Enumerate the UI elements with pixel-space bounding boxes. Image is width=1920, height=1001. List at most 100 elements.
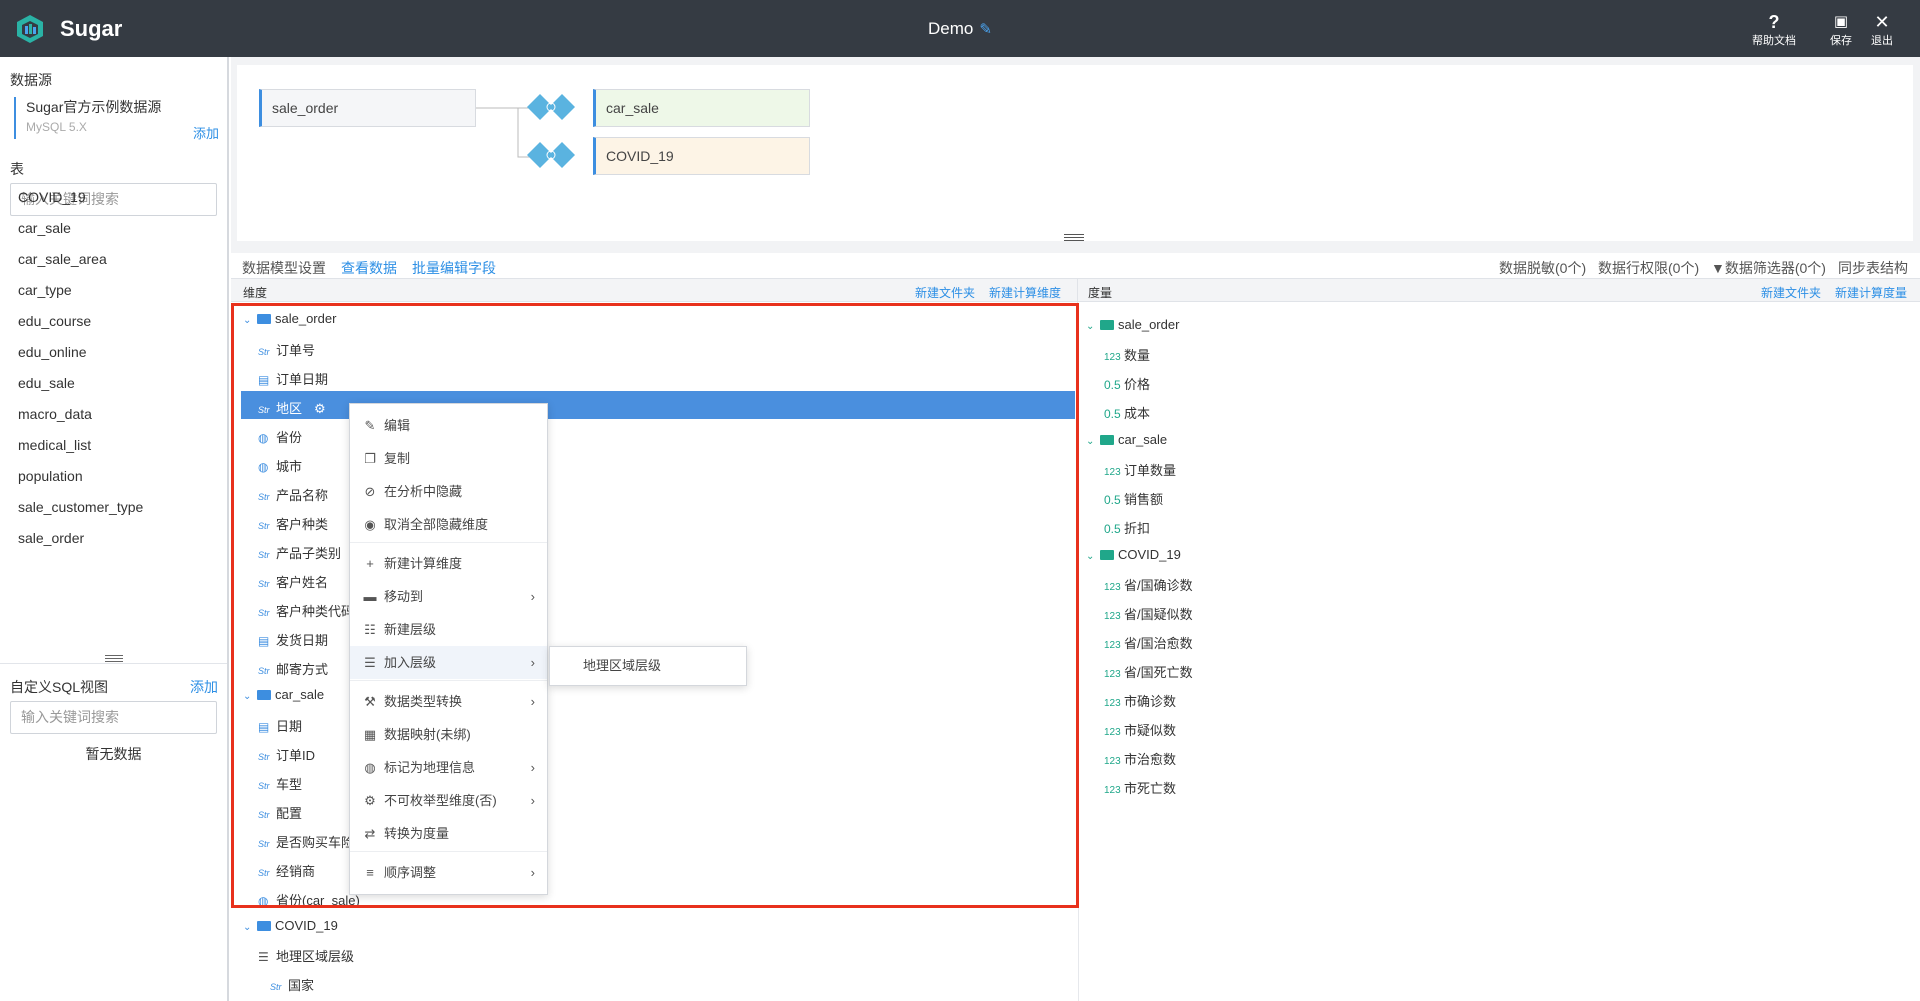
measure-field[interactable]: 0.5 销售额 bbox=[1104, 489, 1163, 508]
chevron-down-icon[interactable]: ⌄ bbox=[1086, 436, 1100, 447]
submenu-item-geo-hierarchy[interactable]: 地理区域层级 bbox=[549, 646, 747, 686]
add-datasource-link[interactable]: 添加 bbox=[193, 123, 219, 142]
table-list-item[interactable]: car_sale bbox=[18, 220, 71, 236]
tab-batch-edit[interactable]: 批量编辑字段 bbox=[412, 258, 496, 278]
add-sql-view-link[interactable]: 添加 bbox=[190, 677, 218, 697]
datasource-item[interactable]: Sugar官方示例数据源 MySQL 5.X bbox=[14, 97, 214, 139]
globe-icon: ◍ bbox=[364, 760, 376, 775]
panel-resize-handle[interactable] bbox=[105, 654, 123, 663]
mea-folder-sale-order[interactable]: ⌄ sale_order bbox=[1086, 317, 1179, 332]
menu-item[interactable]: ⊘ 在分析中隐藏 bbox=[350, 475, 547, 508]
left-panel: 数据源 Sugar官方示例数据源 MySQL 5.X 添加 表 输入关键词搜索 … bbox=[0, 57, 229, 1001]
menu-item[interactable]: ✎ 编辑 bbox=[350, 409, 547, 442]
measure-field[interactable]: 123 省/国确诊数 bbox=[1104, 575, 1193, 594]
sql-search-input[interactable]: 输入关键词搜索 bbox=[10, 701, 217, 734]
menu-item[interactable]: ◍ 标记为地理信息 › bbox=[350, 751, 547, 784]
data-mask-button[interactable]: 数据脱敏(0个) bbox=[1499, 258, 1586, 278]
table-list-item[interactable]: sale_customer_type bbox=[18, 499, 143, 515]
chevron-down-icon[interactable]: ⌄ bbox=[243, 922, 257, 933]
measure-field[interactable]: 123 市死亡数 bbox=[1104, 778, 1176, 797]
menu-item[interactable]: ☰ 加入层级 › bbox=[350, 646, 547, 679]
dim-folder-covid[interactable]: ⌄ COVID_19 bbox=[243, 918, 338, 933]
measure-field[interactable]: 123 市治愈数 bbox=[1104, 749, 1176, 768]
canvas-resize-handle[interactable] bbox=[1064, 233, 1084, 243]
table-list-item[interactable]: sale_order bbox=[18, 530, 84, 546]
menu-item[interactable]: ▦ 数据映射(未绑) bbox=[350, 718, 547, 751]
table-list-item[interactable]: edu_sale bbox=[18, 375, 75, 391]
menu-item-label: 顺序调整 bbox=[384, 865, 437, 880]
table-list-item[interactable]: edu_online bbox=[18, 344, 87, 360]
field-label: 国家 bbox=[288, 978, 315, 993]
list-icon: ☰ bbox=[364, 655, 376, 670]
measure-field[interactable]: 123 省/国死亡数 bbox=[1104, 662, 1193, 681]
menu-item-label: 数据映射(未绑) bbox=[384, 727, 471, 742]
joined-table-node-covid[interactable]: COVID_19 bbox=[593, 137, 810, 175]
column-header-bar: 维度 新建文件夹 新建计算维度 度量 新建文件夹 新建计算度量 bbox=[231, 278, 1920, 303]
measure-field[interactable]: 0.5 折扣 bbox=[1104, 518, 1150, 537]
save-button[interactable]: ▣ 保存 bbox=[1826, 12, 1856, 48]
measure-field[interactable]: 0.5 价格 bbox=[1104, 374, 1150, 393]
field-label: 市死亡数 bbox=[1124, 781, 1177, 796]
mea-new-calc-button[interactable]: 新建计算度量 bbox=[1835, 284, 1907, 301]
measure-field[interactable]: 123 省/国疑似数 bbox=[1104, 604, 1193, 623]
number-type-icon: 123 bbox=[1104, 669, 1121, 680]
menu-item[interactable]: ⚙ 不可枚举型维度(否) › bbox=[350, 784, 547, 817]
tab-model-settings[interactable]: 数据模型设置 bbox=[242, 258, 326, 278]
measure-field[interactable]: 123 省/国治愈数 bbox=[1104, 633, 1193, 652]
dim-new-calc-button[interactable]: 新建计算维度 bbox=[989, 284, 1061, 301]
menu-item[interactable]: ≡ 顺序调整 › bbox=[350, 856, 547, 889]
number-type-icon: 123 bbox=[1104, 611, 1121, 622]
edit-icon: ✎ bbox=[364, 418, 376, 433]
dimension-field[interactable]: Str 国家 bbox=[270, 975, 314, 994]
swap-icon: ⇄ bbox=[364, 826, 376, 841]
exit-button[interactable]: ✕ 退出 bbox=[1866, 12, 1898, 48]
main-table-node[interactable]: sale_order bbox=[259, 89, 476, 127]
dimension-header: 维度 bbox=[243, 286, 268, 300]
data-filter-button[interactable]: ▼数据筛选器(0个) bbox=[1711, 258, 1826, 278]
measure-field[interactable]: 123 数量 bbox=[1104, 345, 1150, 364]
chevron-right-icon: › bbox=[530, 760, 535, 775]
measure-field[interactable]: 123 市确诊数 bbox=[1104, 691, 1176, 710]
table-list-item[interactable]: COVID_19 bbox=[18, 189, 86, 205]
menu-item[interactable]: ▬ 移动到 › bbox=[350, 580, 547, 613]
chevron-down-icon[interactable]: ⌄ bbox=[1086, 551, 1100, 562]
folder-icon bbox=[1100, 320, 1114, 330]
chevron-down-icon[interactable]: ⌄ bbox=[1086, 321, 1100, 332]
table-list-item[interactable]: macro_data bbox=[18, 406, 92, 422]
sync-schema-button[interactable]: 同步表结构 bbox=[1838, 258, 1908, 278]
help-button[interactable]: ? 帮助文档 bbox=[1746, 12, 1802, 48]
menu-item-label: 新建层级 bbox=[384, 622, 437, 637]
menu-item[interactable]: ◉ 取消全部隐藏维度 bbox=[350, 508, 547, 541]
table-list-item[interactable]: medical_list bbox=[18, 437, 91, 453]
row-permission-button[interactable]: 数据行权限(0个) bbox=[1598, 258, 1699, 278]
measure-field[interactable]: 0.5 成本 bbox=[1104, 403, 1150, 422]
plus-icon: + bbox=[366, 556, 374, 571]
number-type-icon: 123 bbox=[1104, 640, 1121, 651]
menu-item[interactable]: + 新建计算维度 bbox=[350, 547, 547, 580]
tab-view-data[interactable]: 查看数据 bbox=[341, 258, 397, 278]
menu-item[interactable]: ❐ 复制 bbox=[350, 442, 547, 475]
joined-table-node-car-sale[interactable]: car_sale bbox=[593, 89, 810, 127]
table-list-item[interactable]: population bbox=[18, 468, 83, 484]
dim-new-folder-button[interactable]: 新建文件夹 bbox=[915, 284, 975, 301]
measure-field[interactable]: 123 订单数量 bbox=[1104, 460, 1176, 479]
measure-field[interactable]: 123 市疑似数 bbox=[1104, 720, 1176, 739]
table-heading: 表 bbox=[10, 161, 24, 177]
join-icon[interactable] bbox=[527, 142, 575, 168]
table-list-item[interactable]: car_type bbox=[18, 282, 72, 298]
mea-folder-covid[interactable]: ⌄ COVID_19 bbox=[1086, 547, 1181, 562]
mea-folder-car-sale[interactable]: ⌄ car_sale bbox=[1086, 432, 1167, 447]
menu-item[interactable]: ⚒ 数据类型转换 › bbox=[350, 685, 547, 718]
menu-item[interactable]: ⇄ 转换为度量 bbox=[350, 817, 547, 850]
table-list-item[interactable]: car_sale_area bbox=[18, 251, 107, 267]
table-list-item[interactable]: edu_course bbox=[18, 313, 91, 329]
chevron-right-icon: › bbox=[530, 694, 535, 709]
join-icon[interactable] bbox=[527, 94, 575, 120]
menu-item[interactable]: ☷ 新建层级 bbox=[350, 613, 547, 646]
model-toolbar: 数据模型设置 查看数据 批量编辑字段 数据脱敏(0个) 数据行权限(0个) ▼数… bbox=[231, 253, 1920, 278]
edit-title-icon[interactable]: ✎ bbox=[979, 20, 992, 38]
field-label: 省/国疑似数 bbox=[1124, 607, 1193, 622]
mea-new-folder-button[interactable]: 新建文件夹 bbox=[1761, 284, 1821, 301]
hierarchy-field[interactable]: ☰ 地理区域层级 bbox=[258, 946, 354, 965]
menu-item-label: 移动到 bbox=[384, 589, 424, 604]
